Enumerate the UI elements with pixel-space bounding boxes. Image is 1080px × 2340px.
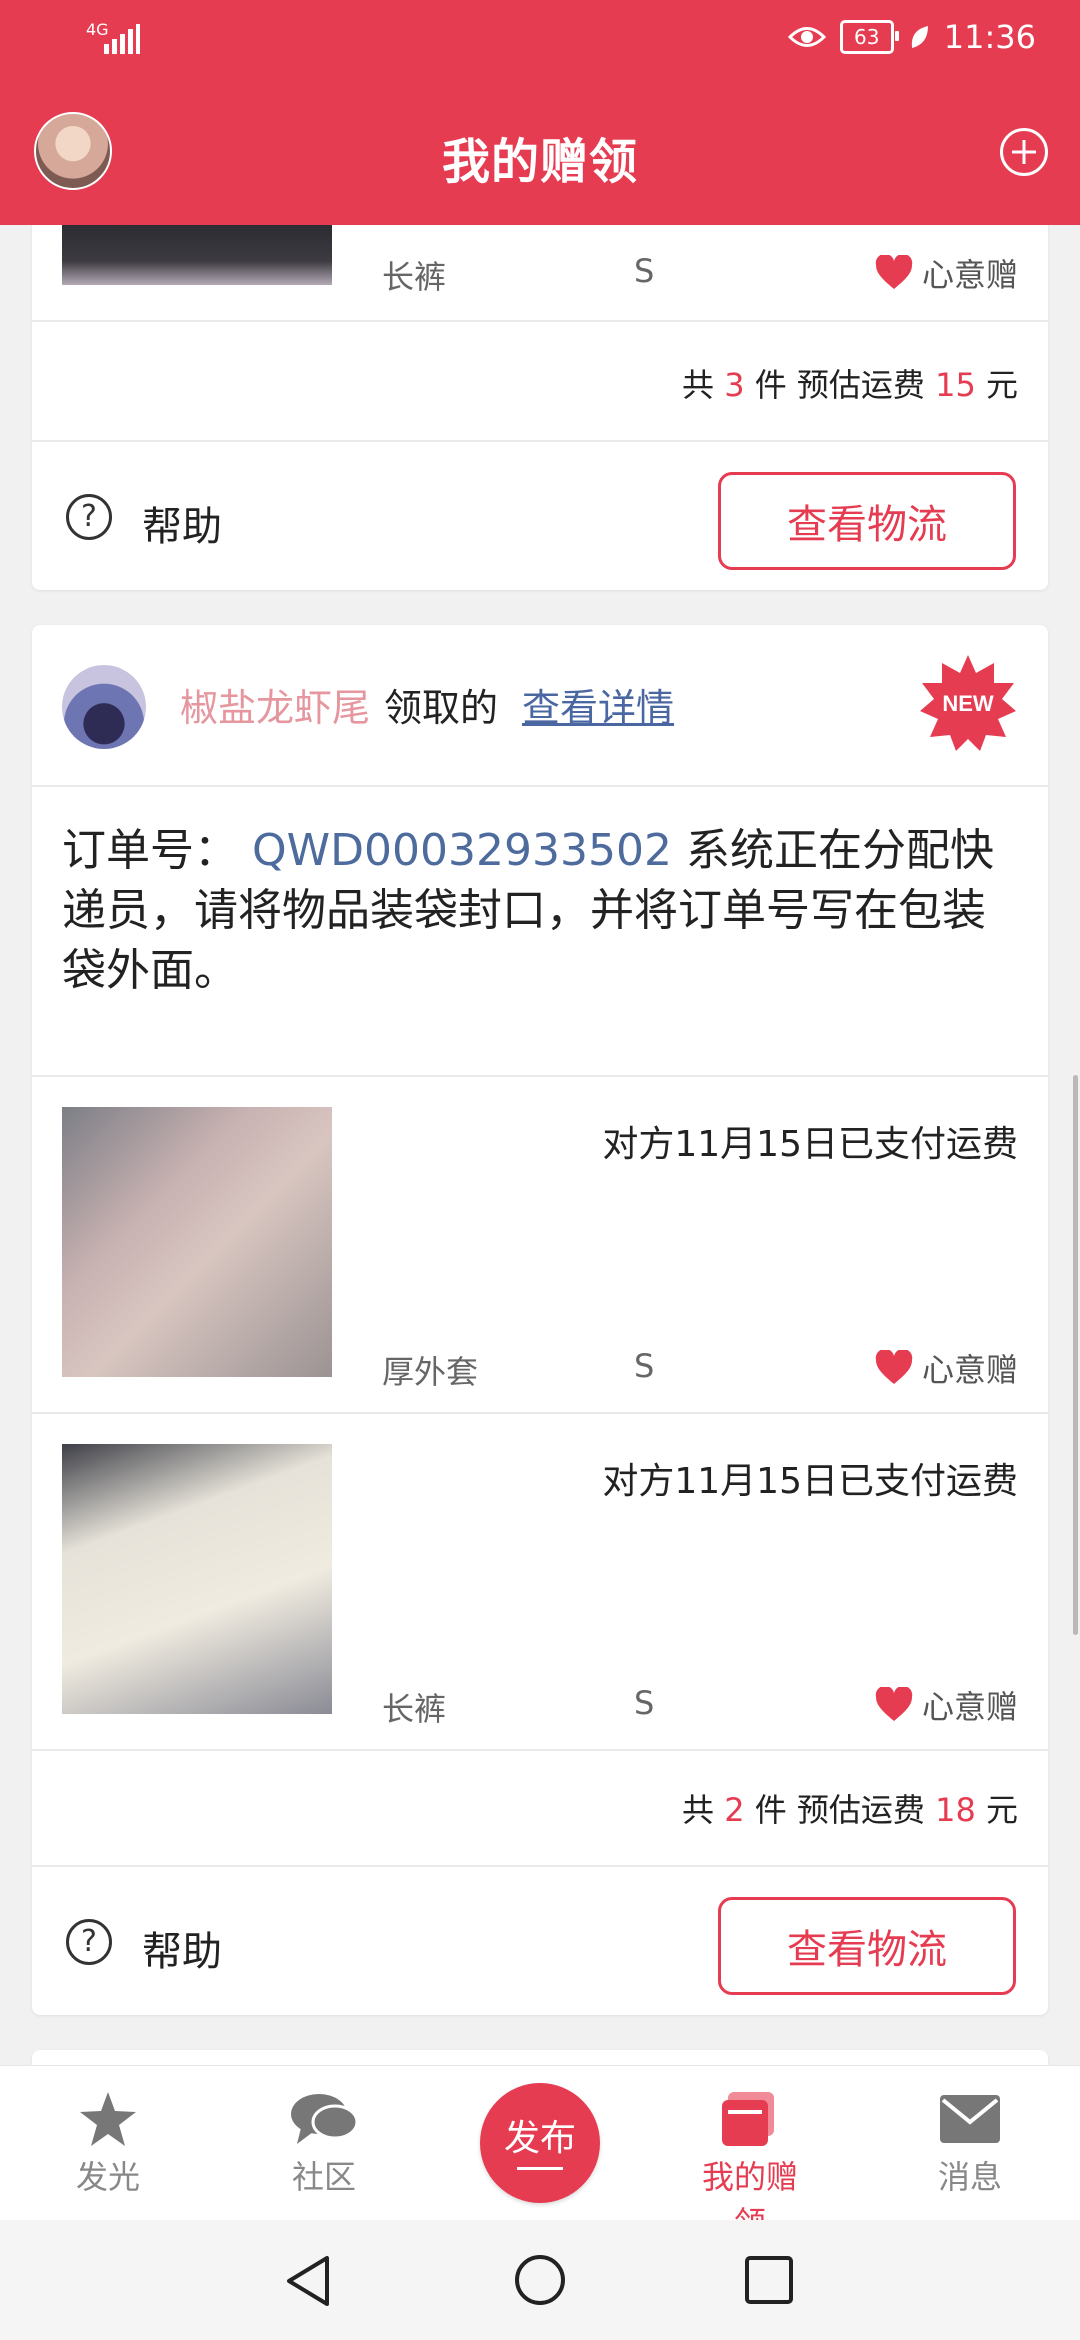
item-name: 厚外套 xyxy=(382,1353,479,1391)
battery-icon: 63 xyxy=(839,20,899,54)
page-title: 我的赠领 xyxy=(441,134,638,190)
order-message: 订单号： QWD00032933502 系统正在分配快递员，请将物品装袋封口，并… xyxy=(62,821,1022,1001)
gift-tag: 心意赠 xyxy=(874,1345,1018,1391)
help-row: ? 帮助 查看物流 xyxy=(32,1867,1048,2017)
track-shipment-button[interactable]: 查看物流 xyxy=(718,472,1016,570)
gift-tag: 心意赠 xyxy=(874,250,1018,296)
claimer-name[interactable]: 椒盐龙虾尾 xyxy=(180,677,370,732)
status-bar: 4G 63 11:36 xyxy=(0,0,1080,80)
clock: 11:36 xyxy=(943,18,1036,56)
publish-label: 发布 xyxy=(503,2118,576,2159)
help-icon[interactable]: ? xyxy=(66,1919,112,1965)
help-icon[interactable]: ? xyxy=(66,494,112,540)
item-row: 长裤 S 心意赠 xyxy=(32,225,1048,320)
payment-status: 对方11月15日已支付运费 xyxy=(602,1124,1018,1165)
item-count: 3 xyxy=(724,366,745,404)
chat-icon xyxy=(291,2094,359,2144)
help-row: ? 帮助 查看物流 xyxy=(32,442,1048,592)
order-label: 订单号： xyxy=(62,825,238,876)
heart-icon xyxy=(875,255,913,289)
item-row: 对方11月15日已支付运费 厚外套 S 心意赠 xyxy=(32,1077,1048,1412)
nav-item-glow[interactable]: 发光 xyxy=(48,2086,168,2198)
totals-unit: 件 预估运费 xyxy=(754,1791,925,1829)
shipping-fee: 18 xyxy=(935,1791,976,1829)
help-label[interactable]: 帮助 xyxy=(142,1919,222,1977)
shipping-fee: 15 xyxy=(935,366,976,404)
divider xyxy=(32,1749,1048,1751)
claimer-avatar[interactable] xyxy=(62,665,146,749)
signal-icon xyxy=(104,24,140,54)
divider xyxy=(32,785,1048,787)
back-icon[interactable] xyxy=(283,2254,333,2308)
battery-level: 63 xyxy=(854,25,880,49)
item-row: 对方11月15日已支付运费 长裤 S 心意赠 xyxy=(32,1414,1048,1749)
totals-unit: 件 预估运费 xyxy=(754,366,925,404)
item-photo[interactable] xyxy=(62,225,332,285)
star-icon xyxy=(80,2092,136,2146)
status-right: 63 11:36 xyxy=(787,18,1036,56)
home-icon[interactable] xyxy=(513,2253,567,2307)
track-shipment-button[interactable]: 查看物流 xyxy=(718,1897,1016,1995)
item-photo[interactable] xyxy=(62,1444,332,1714)
payment-status: 对方11月15日已支付运费 xyxy=(602,1461,1018,1502)
order-totals: 共 3 件 预估运费 15 元 xyxy=(682,360,1018,406)
divider xyxy=(32,320,1048,322)
gift-tag: 心意赠 xyxy=(874,1682,1018,1728)
publish-button[interactable]: 发布 xyxy=(480,2083,600,2203)
gift-tag-label: 心意赠 xyxy=(921,1688,1018,1726)
app-header: 4G 63 11:36 我的赠领 xyxy=(0,0,1080,225)
nav-label: 发光 xyxy=(75,2158,140,2196)
help-label[interactable]: 帮助 xyxy=(142,494,222,552)
new-badge-icon: NEW xyxy=(920,655,1016,751)
item-size: S xyxy=(634,252,655,290)
order-card-1: 长裤 S 心意赠 共 3 件 预估运费 15 元 ? 帮助 查看物流 xyxy=(32,225,1048,590)
item-count: 2 xyxy=(724,1791,745,1829)
item-name: 长裤 xyxy=(382,1690,447,1728)
item-size: S xyxy=(634,1684,655,1722)
currency: 元 xyxy=(985,1791,1018,1829)
item-photo[interactable] xyxy=(62,1107,332,1377)
nav-label: 社区 xyxy=(291,2158,356,2196)
new-badge-label: NEW xyxy=(942,691,994,716)
currency: 元 xyxy=(985,366,1018,404)
recents-icon[interactable] xyxy=(744,2255,794,2305)
gift-tag-label: 心意赠 xyxy=(921,1351,1018,1389)
gift-tag-label: 心意赠 xyxy=(921,256,1018,294)
nav-item-messages[interactable]: 消息 xyxy=(910,2086,1030,2198)
nav-label: 消息 xyxy=(937,2158,1002,2196)
eye-icon xyxy=(787,27,826,47)
item-size: S xyxy=(634,1347,655,1385)
nav-item-community[interactable]: 社区 xyxy=(264,2086,384,2198)
order-totals: 共 2 件 预估运费 18 元 xyxy=(682,1785,1018,1831)
order-card-2: 椒盐龙虾尾 领取的 查看详情 NEW 订单号： QWD00032933502 系… xyxy=(32,625,1048,2015)
order-number[interactable]: QWD00032933502 xyxy=(252,825,672,876)
heart-icon xyxy=(875,1687,913,1721)
mail-icon xyxy=(940,2095,1000,2143)
bottom-nav: 发光 社区 发布 我的赠领 xyxy=(0,2065,1080,2242)
totals-prefix: 共 xyxy=(682,366,715,404)
heart-icon xyxy=(875,1350,913,1384)
totals-prefix: 共 xyxy=(682,1791,715,1829)
claimed-text: 领取的 xyxy=(384,686,499,730)
leaf-icon xyxy=(911,26,928,48)
system-nav-bar xyxy=(0,2220,1080,2340)
item-name: 长裤 xyxy=(382,258,447,296)
add-button[interactable] xyxy=(1000,128,1048,176)
view-details-link[interactable]: 查看详情 xyxy=(522,677,674,732)
gift-icon xyxy=(722,2092,774,2146)
scrollbar[interactable] xyxy=(1073,1075,1078,1635)
publish-icon xyxy=(517,2167,563,2170)
